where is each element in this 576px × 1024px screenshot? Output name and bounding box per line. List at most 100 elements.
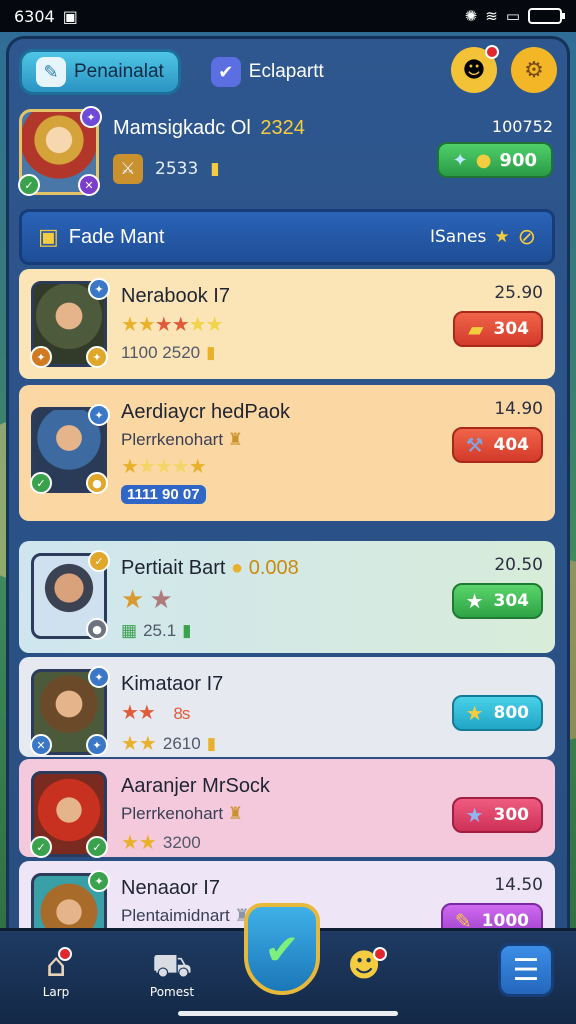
search-icon[interactable]: ⊘ (518, 225, 536, 250)
price-value: 300 (493, 805, 530, 825)
buy-button[interactable]: ★ 300 (451, 797, 543, 833)
player-avatar: ✦ ✓ ● (30, 404, 110, 494)
coin-icon: ▮ (210, 159, 220, 179)
status-time: 6304 (14, 6, 55, 26)
mascot-icon[interactable]: ☻ (451, 45, 499, 93)
price-value: 800 (493, 703, 530, 723)
notification-badge (372, 947, 387, 961)
tab-eclapartt[interactable]: ✔ Eclapartt (197, 49, 338, 95)
menu-button[interactable]: ☰ (498, 943, 554, 997)
profile-info: Mamsigkadc Ol 2324 ⚔ 2533 ▮ (113, 109, 305, 205)
player-stats: 1100 2520 (121, 343, 201, 362)
player-side: ★ 300 (451, 789, 543, 833)
trophy-icon: ♜ (227, 430, 244, 449)
player-meta: Nerabook I7 ★★★★★★ 1100 2520 ▮ (121, 281, 230, 367)
avatar[interactable]: ✦ ✓ ✕ (18, 106, 102, 196)
coin-icon: ▮ (206, 343, 216, 362)
top-bar: ✎ Penainalat ✔ Eclapartt ☻ ⚙ (19, 45, 557, 97)
list-item[interactable]: ✦ ✕ ✦ Kimataor I7 ★★ 8s ★★ 2610 ▮ ★ 800 (19, 657, 555, 757)
player-subtitle-row: Plerrkenohart ♜ (121, 430, 290, 450)
player-side: ★ 800 (451, 687, 543, 731)
filter-control[interactable]: ISanes ★ ⊘ (430, 225, 536, 250)
player-avatar: ✦ ✦ ✦ (30, 278, 110, 368)
buy-button[interactable]: ⚒ 404 (451, 427, 543, 463)
badge-icon: ✓ (88, 550, 110, 572)
player-side: 14.90 ⚒ 404 (451, 399, 543, 463)
tab-label: Penainalat (74, 61, 164, 82)
sd-icon: ▭ (505, 7, 520, 25)
star-icon: ★ (465, 701, 484, 725)
rating-stars-row: ★★ 8s (121, 702, 190, 724)
signal-icon: ≋ (485, 7, 498, 25)
player-name: Nerabook I7 (121, 285, 230, 307)
list-item[interactable]: ✓ ● Pertiait Bart ● 0.008 ★ ★ ▦ 25.1 ▮ 2… (19, 541, 555, 653)
profile-card: ✦ ✓ ✕ Mamsigkadc Ol 2324 ⚔ 2533 ▮ 100752… (18, 106, 557, 205)
player-subtitle: Plerrkenohart (121, 804, 224, 823)
badge-icon: ✦ (86, 734, 108, 756)
wrench-icon: ⚒ (465, 433, 484, 457)
player-time: 20.50 (494, 555, 543, 575)
gear-icon[interactable]: ⚙ (511, 47, 557, 93)
player-stats: 3200 (162, 832, 201, 852)
buy-button[interactable]: ★ 800 (451, 695, 543, 731)
badge-icon: ✓ (30, 836, 52, 858)
price-value: 304 (493, 319, 530, 339)
player-name: Nenaaor I7 (121, 877, 220, 899)
badge-icon: ● (86, 472, 108, 494)
list-item[interactable]: ✓ ✓ Aaranjer MrSock Plerrkenohart ♜ ★★ 3… (19, 759, 555, 858)
player-meta: Aerdiaycr hedPaok Plerrkenohart ♜ ★★★★★ … (121, 397, 290, 509)
leaf-badge-icon: ✓ (18, 174, 40, 196)
profile-level: 2324 (260, 117, 305, 139)
badge-icon: ✦ (88, 278, 110, 300)
player-stats-row: ★★ 2610 ▮ (121, 733, 217, 755)
player-name-row: Pertiait Bart ● 0.008 (121, 557, 299, 580)
list-item[interactable]: ✦ ✓ ● Aerdiaycr hedPaok Plerrkenohart ♜ … (19, 385, 555, 521)
nav-home[interactable]: ⌂ Larp (26, 945, 86, 999)
nav-mascot[interactable]: ☻ (334, 945, 394, 985)
home-indicator[interactable] (178, 1011, 398, 1016)
arrow-badge-icon: ✕ (78, 174, 100, 196)
player-meta: Pertiait Bart ● 0.008 ★ ★ ▦ 25.1 ▮ (121, 553, 299, 641)
player-stats: 1111 90 07 (121, 485, 206, 504)
player-avatar: ✓ ● (31, 550, 110, 640)
filter-label: ISanes (430, 227, 487, 247)
battery-icon (528, 8, 565, 24)
player-stats-row: 1100 2520 ▮ (121, 343, 230, 363)
tab-penainalat[interactable]: ✎ Penainalat (19, 49, 181, 95)
status-bar: 6304 ▣ ✺ ≋ ▭ (0, 0, 576, 32)
gem-pill[interactable]: ✦ ● 900 (436, 142, 553, 178)
badge-icon: ✕ (30, 734, 52, 756)
player-stats: 2610 (162, 733, 201, 753)
gift-icon: ▦ (121, 621, 138, 640)
menu-icon: ☰ (512, 952, 540, 988)
buy-button[interactable]: ▰ 304 (453, 311, 543, 347)
player-subtitle: 8s (173, 704, 190, 723)
profile-power: 2533 (155, 159, 199, 179)
player-badge: 0.008 (248, 557, 299, 579)
badge-icon: ✓ (30, 472, 52, 494)
profile-currency: 100752 ✦ ● 900 (436, 117, 553, 178)
player-side: 20.50 ★ 304 (451, 555, 543, 619)
star-icon: ★ (465, 589, 484, 613)
badge-icon: ✦ (88, 404, 110, 426)
coin-icon: ▮ (182, 621, 192, 640)
sword-icon: ⚔ (113, 154, 143, 184)
player-name: Aerdiaycr hedPaok (121, 401, 290, 423)
badge-icon: ✦ (30, 346, 52, 368)
player-meta: Kimataor I7 ★★ 8s ★★ 2610 ▮ (121, 669, 223, 755)
player-stats-row: ★★ 3200 (121, 832, 201, 854)
nav-shop[interactable]: ⛟ Pomest (142, 945, 202, 999)
shield-check-icon[interactable]: ✔ (244, 903, 320, 995)
profile-name-row: Mamsigkadc Ol 2324 (113, 117, 305, 140)
home-icon: ⌂ (46, 945, 73, 985)
player-stats: 25.1 (143, 621, 177, 640)
gem-icon: ✦ (452, 149, 468, 171)
player-time: 14.90 (494, 399, 543, 419)
buy-button[interactable]: ★ 304 (451, 583, 543, 619)
sword-badge-icon: ✦ (80, 106, 102, 128)
player-stats-row: 1111 90 07 (121, 485, 290, 504)
list-item[interactable]: ✦ ✦ ✦ Nerabook I7 ★★★★★★ 1100 2520 ▮ 25.… (19, 269, 555, 379)
price-value: 404 (493, 435, 530, 455)
player-subtitle-row: Plentaimidnart ♜ (121, 906, 250, 926)
profile-power-row: ⚔ 2533 ▮ (113, 154, 305, 184)
